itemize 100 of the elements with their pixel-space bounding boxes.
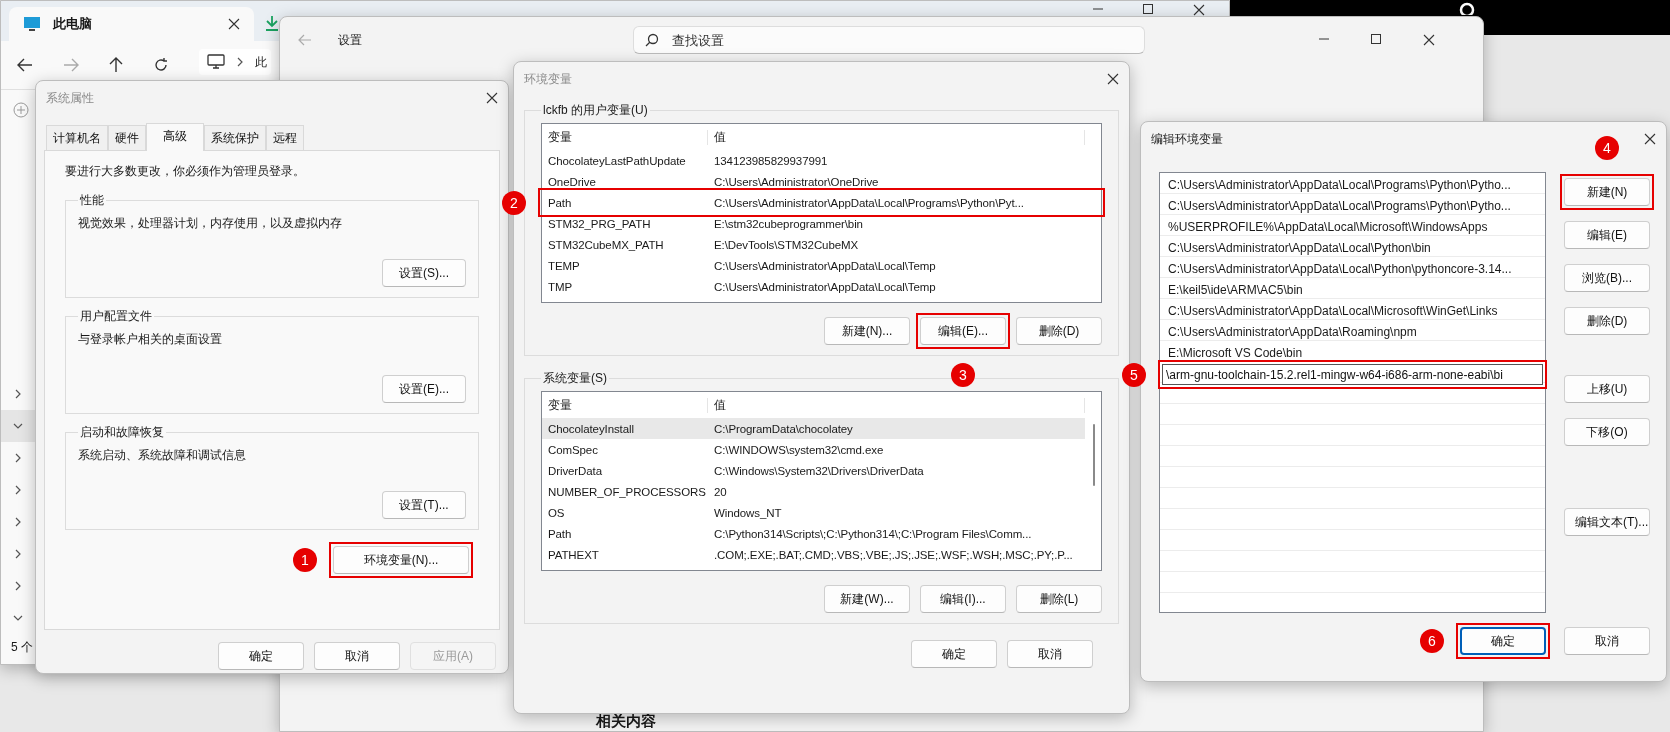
table-row[interactable]: ChocolateyInstall C:\ProgramData\chocolatey: [542, 418, 1085, 439]
list-action-button[interactable]: 新建(N): [1564, 178, 1650, 206]
column-header[interactable]: 值: [708, 129, 1085, 145]
close-icon[interactable]: [228, 18, 240, 30]
settings-button[interactable]: 设置(S)...: [382, 259, 466, 287]
settings-button[interactable]: 设置(E)...: [382, 375, 466, 403]
close-icon[interactable]: [486, 92, 498, 104]
column-header[interactable]: 变量: [542, 129, 708, 145]
column-header[interactable]: 变量: [542, 397, 708, 413]
explorer-tab[interactable]: 此电脑: [9, 7, 254, 41]
window-title: 设置: [338, 31, 362, 49]
dialog-title: 环境变量: [524, 70, 572, 88]
tab[interactable]: 系统保护: [204, 125, 266, 150]
list-action-button[interactable]: 编辑文本(T)...: [1564, 508, 1650, 536]
close-icon[interactable]: [1193, 4, 1205, 16]
path-entry[interactable]: E:\Microsoft VS Code\bin: [1162, 343, 1543, 364]
chevron-icon[interactable]: [235, 57, 245, 67]
tab[interactable]: 计算机名: [46, 125, 108, 150]
dialog-button[interactable]: 取消: [1564, 627, 1650, 655]
variable-name: ComSpec: [547, 443, 599, 456]
step-badge: 1: [293, 548, 317, 572]
table-action-button[interactable]: 删除(D): [1016, 317, 1102, 345]
table-row[interactable]: TEMP C:\Users\Administrator\AppData\Local\Temp: [542, 255, 1085, 276]
download-icon[interactable]: [264, 15, 280, 31]
chevron-icon[interactable]: [13, 389, 23, 399]
path-entry[interactable]: C:\Users\Administrator\AppData\Local\Microsoft\WinGet\Links: [1162, 301, 1543, 322]
path-entry[interactable]: C:\Users\Administrator\AppData\Local\Python\bin: [1162, 238, 1543, 259]
close-icon[interactable]: [1644, 133, 1656, 145]
path-entry[interactable]: C:\Users\Administrator\AppData\Local\Python\pythoncore-3.14...: [1162, 259, 1543, 280]
chevron-icon[interactable]: [13, 549, 23, 559]
group-title: lckfb 的用户变量(U): [542, 102, 649, 119]
chevron-icon[interactable]: [13, 613, 23, 623]
settings-button[interactable]: 设置(T)...: [382, 491, 466, 519]
table-row[interactable]: ChocolateyLastPathUpdate 134123985829937991: [542, 150, 1085, 171]
notice-text: 要进行大多数更改，你必须作为管理员登录。: [65, 163, 306, 180]
chevron-icon[interactable]: [13, 517, 23, 527]
address-bar[interactable]: 此: [199, 49, 271, 75]
variable-value: C:\ProgramData\chocolatey: [713, 422, 854, 435]
table-action-button[interactable]: 编辑(I)...: [920, 585, 1006, 613]
chevron-icon[interactable]: [13, 581, 23, 591]
table-row[interactable]: PATHEXT .COM;.EXE;.BAT;.CMD;.VBS;.VBE;.JS;.JSE;.WSF;.WSH;.MSC;.PY;.P...: [542, 544, 1085, 565]
table-action-button[interactable]: 编辑(E)...: [920, 317, 1006, 345]
tab[interactable]: 远程: [266, 125, 304, 150]
table-action-button[interactable]: 删除(L): [1016, 585, 1102, 613]
chevron-icon[interactable]: [13, 485, 23, 495]
scrollbar[interactable]: [1093, 424, 1095, 486]
variable-value: 20: [713, 485, 728, 498]
variable-name: DriverData: [547, 464, 603, 477]
maximize-icon[interactable]: [1371, 34, 1381, 44]
table-row[interactable]: ComSpec C:\WINDOWS\system32\cmd.exe: [542, 439, 1085, 460]
group-description: 与登录帐户相关的桌面设置: [78, 331, 223, 348]
table-action-button[interactable]: 新建(W)...: [824, 585, 910, 613]
table-row[interactable]: OS Windows_NT: [542, 502, 1085, 523]
path-entry[interactable]: C:\Users\Administrator\AppData\Local\Programs\Python\Pytho...: [1162, 196, 1543, 217]
close-icon[interactable]: [1423, 34, 1435, 46]
group-title: 启动和故障恢复: [79, 424, 165, 441]
table-row[interactable]: DriverData C:\Windows\System32\Drivers\DriverData: [542, 460, 1085, 481]
dialog-button[interactable]: 取消: [1007, 640, 1093, 668]
list-action-button[interactable]: 上移(U): [1564, 375, 1650, 403]
refresh-icon[interactable]: [153, 57, 169, 73]
breadcrumb[interactable]: 此: [255, 53, 267, 71]
table-row[interactable]: Path C:\Python314\Scripts\;C:\Python314\;C:\Program Files\Comm...: [542, 523, 1085, 544]
input-field[interactable]: \arm-gnu-toolchain-15.2.rel1-mingw-w64-i686-arm-none-eabi\bi: [1162, 364, 1543, 385]
group-title: 用户配置文件: [79, 308, 153, 325]
list-action-button[interactable]: 编辑(E): [1564, 221, 1650, 249]
back-arrow-icon[interactable]: [17, 58, 33, 72]
search-field[interactable]: 查找设置: [633, 26, 1145, 54]
maximize-icon[interactable]: [1143, 4, 1153, 14]
environment-variables-button[interactable]: 环境变量(N)...: [333, 546, 469, 574]
path-entry[interactable]: C:\Users\Administrator\AppData\Local\Programs\Python\Pytho...: [1162, 175, 1543, 196]
column-header[interactable]: 值: [708, 397, 1085, 413]
table-row[interactable]: STM32CubeMX_PATH E:\DevTools\STM32CubeMX: [542, 234, 1085, 255]
variable-name: STM32_PRG_PATH: [547, 217, 652, 230]
table-row[interactable]: OneDrive C:\Users\Administrator\OneDrive: [542, 171, 1085, 192]
variable-value: C:\Users\Administrator\AppData\Local\Temp: [713, 259, 937, 272]
variable-name: STM32CubeMX_PATH: [547, 238, 665, 251]
dialog-title: 系统属性: [46, 89, 94, 107]
list-action-button[interactable]: 浏览(B)...: [1564, 264, 1650, 292]
table-row[interactable]: STM32_PRG_PATH E:\stm32cubeprogrammer\bin: [542, 213, 1085, 234]
path-entry[interactable]: %USERPROFILE%\AppData\Local\Microsoft\WindowsApps: [1162, 217, 1543, 238]
chevron-icon[interactable]: [13, 453, 23, 463]
list-action-button[interactable]: 下移(O): [1564, 418, 1650, 446]
dialog-button[interactable]: 确定: [911, 640, 997, 668]
table-row[interactable]: Path C:\Users\Administrator\AppData\Local\Programs\Python\Pyt...: [542, 192, 1085, 213]
path-entry[interactable]: E:\keil5\ide\ARM\AC5\bin: [1162, 280, 1543, 301]
variable-value: C:\Users\Administrator\AppData\Local\Temp: [713, 280, 937, 293]
table-row[interactable]: NUMBER_OF_PROCESSORS 20: [542, 481, 1085, 502]
dialog-button[interactable]: 取消: [314, 642, 400, 670]
table-action-button[interactable]: 新建(N)...: [824, 317, 910, 345]
dialog-button[interactable]: 确定: [218, 642, 304, 670]
dialog-button[interactable]: 确定: [1460, 627, 1546, 655]
up-arrow-icon[interactable]: [109, 57, 123, 73]
close-icon[interactable]: [1107, 73, 1119, 85]
tab[interactable]: 高级: [146, 123, 204, 151]
step-badge: 2: [502, 190, 526, 215]
list-action-button[interactable]: 删除(D): [1564, 307, 1650, 335]
table-row[interactable]: TMP C:\Users\Administrator\AppData\Local\Temp: [542, 276, 1085, 297]
chevron-icon[interactable]: [13, 421, 23, 431]
path-entry[interactable]: C:\Users\Administrator\AppData\Roaming\npm: [1162, 322, 1543, 343]
tab[interactable]: 硬件: [108, 125, 146, 150]
